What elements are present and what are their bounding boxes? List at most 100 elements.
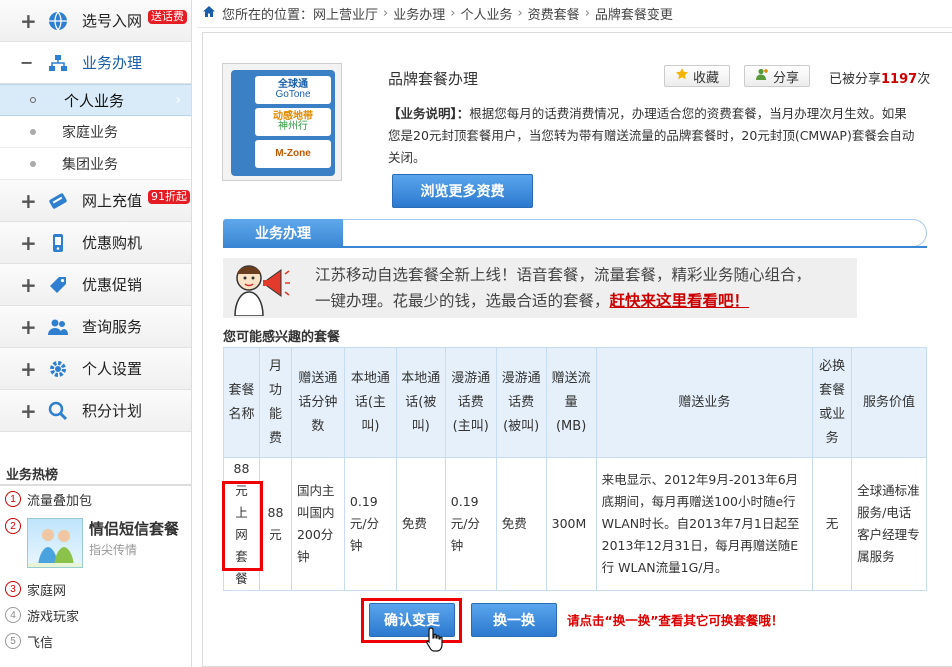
table-row[interactable]: 88元上网套餐 88元 国内主叫国内200分钟 0.19元/分钟 免费 0.19… bbox=[223, 457, 927, 591]
rank-badge: 5 bbox=[5, 633, 21, 649]
share-count-text: 已被分享1197次 bbox=[829, 72, 931, 87]
sub-item-group[interactable]: 集团业务 bbox=[0, 148, 191, 180]
col-header: 月功能费 bbox=[258, 347, 292, 458]
rank-badge: 2 bbox=[5, 518, 21, 534]
expand-plus-icon: + bbox=[20, 272, 37, 297]
globe-icon bbox=[46, 9, 70, 33]
sub-item-label: 个人业务 bbox=[64, 91, 125, 110]
sub-item-personal[interactable]: 个人业务 › bbox=[0, 84, 191, 116]
breadcrumb-prefix: 您所在的位置： bbox=[222, 8, 314, 23]
expand-plus-icon: + bbox=[20, 8, 37, 33]
table-cell: 来电显示、2012年9月-2013年6月底期间，每月再赠送100小时随e行 WL… bbox=[595, 457, 814, 591]
collapse-minus-icon: − bbox=[20, 52, 34, 72]
table-cell: 300M bbox=[545, 457, 597, 591]
menu-item-promotions[interactable]: + 优惠促销 bbox=[0, 264, 191, 306]
share-label: 分享 bbox=[772, 70, 799, 86]
hot-item-subtitle: 指尖传情 bbox=[89, 543, 138, 557]
expand-plus-icon: + bbox=[20, 314, 37, 339]
breadcrumb-item[interactable]: 业务办理 bbox=[393, 4, 445, 23]
hot-item-label: 飞信 bbox=[27, 635, 54, 651]
sub-item-label: 集团业务 bbox=[62, 156, 118, 173]
sub-item-label: 家庭业务 bbox=[62, 124, 118, 141]
menu-label: 个人设置 bbox=[82, 360, 143, 378]
expand-plus-icon: + bbox=[20, 398, 37, 423]
promo-line-1: 江苏移动自选套餐全新上线！语音套餐，流量套餐，精彩业务随心组合， bbox=[315, 266, 812, 284]
menu-item-phone-deals[interactable]: + 优惠购机 bbox=[0, 222, 191, 264]
menu-label: 优惠购机 bbox=[82, 234, 143, 252]
hot-item-3[interactable]: 3 家庭网 bbox=[0, 576, 191, 602]
menu-item-recharge[interactable]: + 网上充值 91折起 bbox=[0, 180, 191, 222]
sidebar: + 选号入网 送话费 − 业务办理 个人业务 › 家庭业务 集团业务 + 网上充… bbox=[0, 0, 192, 667]
plan-table: 套餐名称 月功能费 赠送通话分钟数 本地通话(主叫) 本地通话(被叫) 漫游通话… bbox=[223, 347, 927, 591]
menu-item-settings[interactable]: + 个人设置 bbox=[0, 348, 191, 390]
couple-photo bbox=[27, 518, 83, 568]
collect-button[interactable]: 收藏 bbox=[664, 65, 730, 87]
menu-item-query[interactable]: + 查询服务 bbox=[0, 306, 191, 348]
switch-hint: 请点击“换一换”查看其它可换套餐哦！ bbox=[567, 613, 784, 628]
menu-item-points[interactable]: + 积分计划 bbox=[0, 390, 191, 432]
gear-icon bbox=[46, 357, 70, 381]
hot-item-label: 流量叠加包 bbox=[27, 493, 93, 509]
col-header: 服务价值 bbox=[851, 347, 927, 458]
menu-label: 优惠促销 bbox=[82, 276, 143, 294]
share-count-number: 1197 bbox=[881, 72, 918, 87]
business-description: 【业务说明】：根据您每月的话费消费情况，办理适合您的资费套餐，当月办理次月生效。… bbox=[388, 103, 916, 169]
breadcrumb-item-current: 品牌套餐变更 bbox=[594, 8, 673, 23]
tab-business[interactable]: 业务办理 bbox=[223, 219, 343, 247]
breadcrumb-item[interactable]: 网上营业厅 bbox=[313, 4, 378, 23]
col-header: 赠送通话分钟数 bbox=[290, 347, 345, 458]
hot-item-5[interactable]: 5 飞信 bbox=[0, 628, 191, 654]
promo-link[interactable]: 赶快来这里看看吧！ bbox=[610, 292, 750, 310]
add-user-icon bbox=[755, 67, 769, 85]
hot-item-label: 游戏玩家 bbox=[27, 609, 80, 625]
hot-list-title: 业务热榜 bbox=[0, 464, 191, 486]
menu-label: 业务办理 bbox=[82, 54, 143, 72]
breadcrumb-separator: › bbox=[383, 6, 389, 21]
hand-cursor-icon bbox=[425, 626, 445, 654]
hot-item-4[interactable]: 4 游戏玩家 bbox=[0, 602, 191, 628]
menu-label: 积分计划 bbox=[82, 402, 143, 420]
switch-plan-button[interactable]: 换一换 bbox=[471, 603, 557, 637]
table-cell: 0.19元/分钟 bbox=[343, 457, 397, 591]
bullet-icon bbox=[30, 97, 36, 103]
sitemap-icon bbox=[46, 51, 70, 75]
tab-bar-rail bbox=[343, 219, 927, 247]
menu-item-select-number[interactable]: + 选号入网 送话费 bbox=[0, 0, 191, 42]
star-icon bbox=[675, 67, 689, 85]
tag-icon bbox=[46, 273, 70, 297]
table-cell: 无 bbox=[812, 457, 853, 591]
browse-more-plans-button[interactable]: 浏览更多资费 bbox=[392, 174, 533, 208]
table-cell: 0.19元/分钟 bbox=[444, 457, 497, 591]
sub-item-family[interactable]: 家庭业务 bbox=[0, 116, 191, 148]
promo-line-2: 一键办理。花最少的钱，选最合适的套餐， bbox=[315, 292, 610, 310]
expand-plus-icon: + bbox=[20, 356, 37, 381]
phone-icon bbox=[46, 231, 70, 255]
highlight-box bbox=[222, 481, 263, 571]
dongganzone-logo: 动感地带 神州行 bbox=[255, 108, 331, 136]
tab-underline bbox=[223, 246, 927, 248]
hot-item-1[interactable]: 1 流量叠加包 bbox=[0, 486, 191, 512]
promo-badge: 送话费 bbox=[148, 10, 187, 24]
table-header-row: 套餐名称 月功能费 赠送通话分钟数 本地通话(主叫) 本地通话(被叫) 漫游通话… bbox=[223, 347, 927, 458]
promo-banner[interactable]: 江苏移动自选套餐全新上线！语音套餐，流量套餐，精彩业务随心组合， 一键办理。花最… bbox=[223, 258, 857, 318]
breadcrumb-item[interactable]: 个人业务 bbox=[460, 4, 512, 23]
rank-badge: 4 bbox=[5, 607, 21, 623]
chevron-right-icon: › bbox=[175, 92, 181, 108]
description-label: 【业务说明】： bbox=[388, 106, 470, 121]
promo-badge: 91折起 bbox=[148, 190, 190, 204]
megaphone-girl-icon bbox=[227, 260, 291, 317]
menu-item-business[interactable]: − 业务办理 bbox=[0, 42, 191, 84]
table-cell: 免费 bbox=[395, 457, 446, 591]
breadcrumb-separator: › bbox=[450, 6, 456, 21]
table-cell: 国内主叫国内200分钟 bbox=[290, 457, 345, 591]
hot-item-2[interactable]: 2 情侣短信套餐 指尖传情 bbox=[0, 512, 191, 576]
menu-label: 查询服务 bbox=[82, 318, 143, 336]
col-header: 必换套餐或业务 bbox=[812, 347, 853, 458]
table-cell: 免费 bbox=[495, 457, 547, 591]
rank-badge: 1 bbox=[5, 491, 21, 507]
card-icon bbox=[46, 189, 70, 213]
breadcrumb-item[interactable]: 资费套餐 bbox=[528, 4, 580, 23]
share-button[interactable]: 分享 bbox=[744, 65, 810, 87]
col-header: 套餐名称 bbox=[223, 347, 260, 458]
menu-label: 网上充值 bbox=[82, 192, 143, 210]
